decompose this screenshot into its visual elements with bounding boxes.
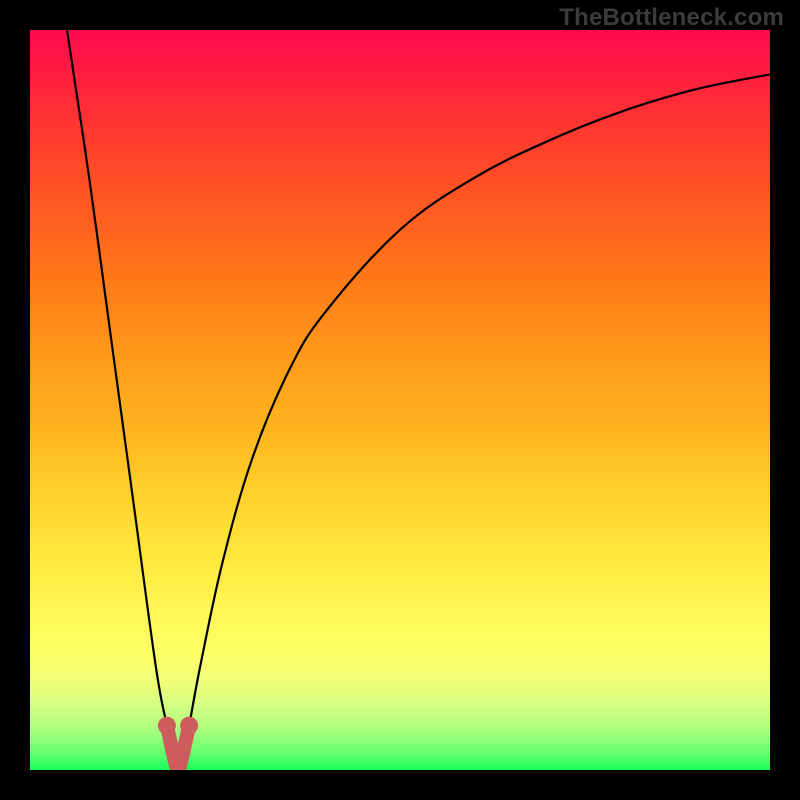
bottleneck-curve-svg — [30, 30, 770, 770]
watermark-text: TheBottleneck.com — [559, 4, 784, 32]
curve-right-branch — [178, 74, 770, 770]
tip-dot-left — [158, 717, 176, 735]
curve-left-branch — [67, 30, 178, 770]
plot-area — [30, 30, 770, 770]
tip-dot-right — [180, 717, 198, 735]
chart-container: TheBottleneck.com — [0, 0, 800, 800]
